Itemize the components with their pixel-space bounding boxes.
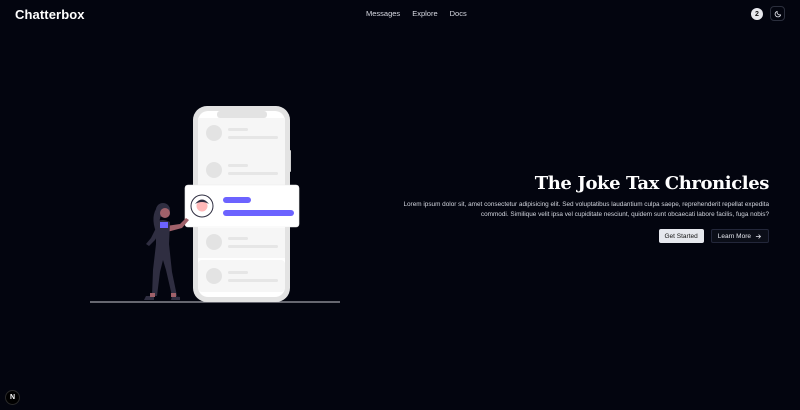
learn-more-button[interactable]: Learn More: [710, 229, 769, 243]
hero-title: The Joke Tax Chronicles: [534, 173, 770, 194]
list-row: [198, 260, 285, 292]
theme-toggle-button[interactable]: [770, 6, 785, 21]
nav-links: Messages Explore Docs: [366, 9, 467, 18]
notification-badge[interactable]: 2: [751, 8, 763, 20]
nav-link-messages[interactable]: Messages: [366, 9, 400, 18]
hero-description: Lorem ipsum dolor sit, amet consectetur …: [403, 201, 769, 218]
person-figure: [144, 203, 189, 300]
framework-badge[interactable]: N: [5, 390, 20, 405]
brand-logo[interactable]: Chatterbox: [15, 7, 85, 22]
hero-actions: Get Started Learn More: [389, 229, 769, 243]
list-row: [198, 118, 285, 158]
moon-icon: [774, 10, 781, 17]
nav-link-docs[interactable]: Docs: [450, 9, 467, 18]
hero-illustration: [90, 106, 340, 303]
list-row: [198, 228, 285, 258]
top-navbar: Chatterbox Messages Explore Docs 2: [0, 0, 800, 28]
get-started-button[interactable]: Get Started: [658, 229, 704, 243]
nav-link-explore[interactable]: Explore: [412, 9, 437, 18]
arrow-right-icon: [755, 233, 761, 239]
learn-more-label: Learn More: [717, 232, 751, 240]
list-row: [198, 158, 285, 186]
hero-section: The Joke Tax Chronicles Lorem ipsum dolo…: [389, 172, 769, 243]
highlighted-message-card: [184, 184, 300, 228]
